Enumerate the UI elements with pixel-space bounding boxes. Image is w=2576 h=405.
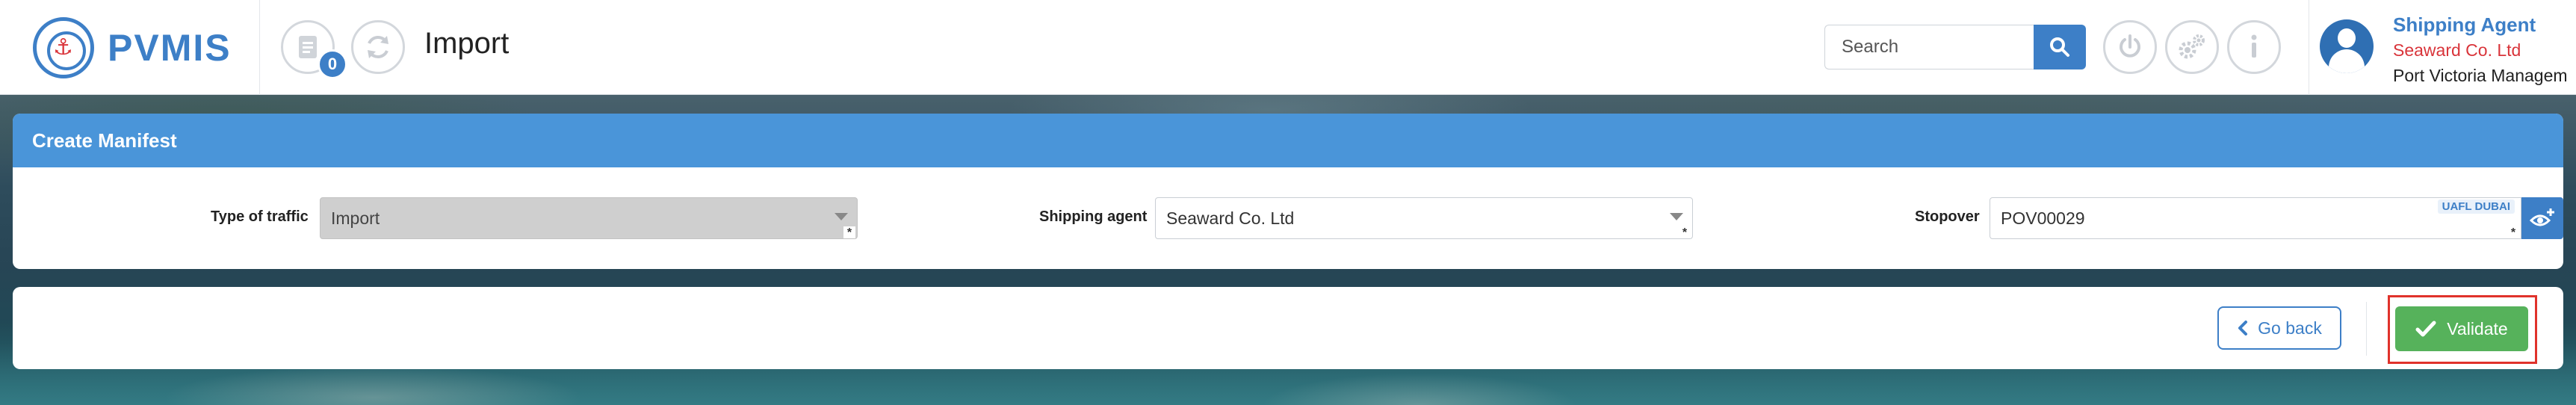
stopover-value: POV00029 [2001,208,2085,228]
notification-count-badge: 0 [318,49,347,79]
actions-panel [13,287,2563,369]
stopover-label: Stopover [1915,208,1980,225]
info-icon [2251,34,2257,58]
gears-icon [2179,34,2205,59]
eye-plus-icon [2529,208,2554,226]
go-back-button[interactable]: Go back [2217,306,2341,350]
shipping-agent-label: Shipping agent [1039,208,1148,225]
page-title: Import [424,27,510,60]
brand[interactable]: PVMIS [0,0,260,95]
shipping-agent-select[interactable]: Seaward Co. Ltd * [1155,197,1693,239]
chevron-down-icon [1670,213,1683,220]
go-back-label: Go back [2258,318,2322,338]
chevron-down-icon [835,213,848,220]
chevron-left-icon [2238,321,2248,336]
shipping-agent-value: Seaward Co. Ltd [1166,208,1295,228]
refresh-icon [368,36,388,58]
brand-name: PVMIS [108,26,232,69]
search-button[interactable] [2034,25,2086,69]
user-profile[interactable]: Shipping Agent Seaward Co. Ltd Port Vict… [2309,0,2576,95]
stopover-vessel-tag: UAFL DUBAI [2437,200,2515,214]
search-bar [1824,25,2086,69]
search-icon [2050,37,2069,57]
validate-label: Validate [2447,318,2508,338]
power-icon [2120,34,2140,58]
create-manifest-panel: Create Manifest [13,114,2563,269]
type-of-traffic-select[interactable]: Import * [320,197,858,239]
user-company: Seaward Co. Ltd [2393,40,2521,60]
validate-button[interactable]: Validate [2395,306,2528,351]
type-of-traffic-label: Type of traffic [211,208,309,225]
search-input[interactable] [1824,25,2034,69]
type-of-traffic-value: Import [331,208,380,228]
stopover-input[interactable]: POV00029 UAFL DUBAI * [1990,197,2521,239]
power-button[interactable] [2103,20,2157,74]
user-organization: Port Victoria Managem [2393,66,2568,85]
pvmis-logo-icon [33,16,94,78]
required-marker: * [843,226,855,239]
actions-divider [2366,302,2367,356]
settings-button[interactable] [2165,20,2219,74]
document-icon [299,36,317,58]
check-icon [2415,321,2436,337]
info-button[interactable] [2227,20,2281,74]
avatar [2320,19,2374,73]
panel-title: Create Manifest [13,114,2563,167]
required-marker: * [1679,226,1691,239]
refresh-button[interactable] [351,20,405,74]
user-role: Shipping Agent [2393,13,2536,36]
top-header: PVMIS 0 Import [0,0,2576,95]
stopover-view-button[interactable] [2521,197,2563,239]
required-marker: * [2507,226,2519,239]
